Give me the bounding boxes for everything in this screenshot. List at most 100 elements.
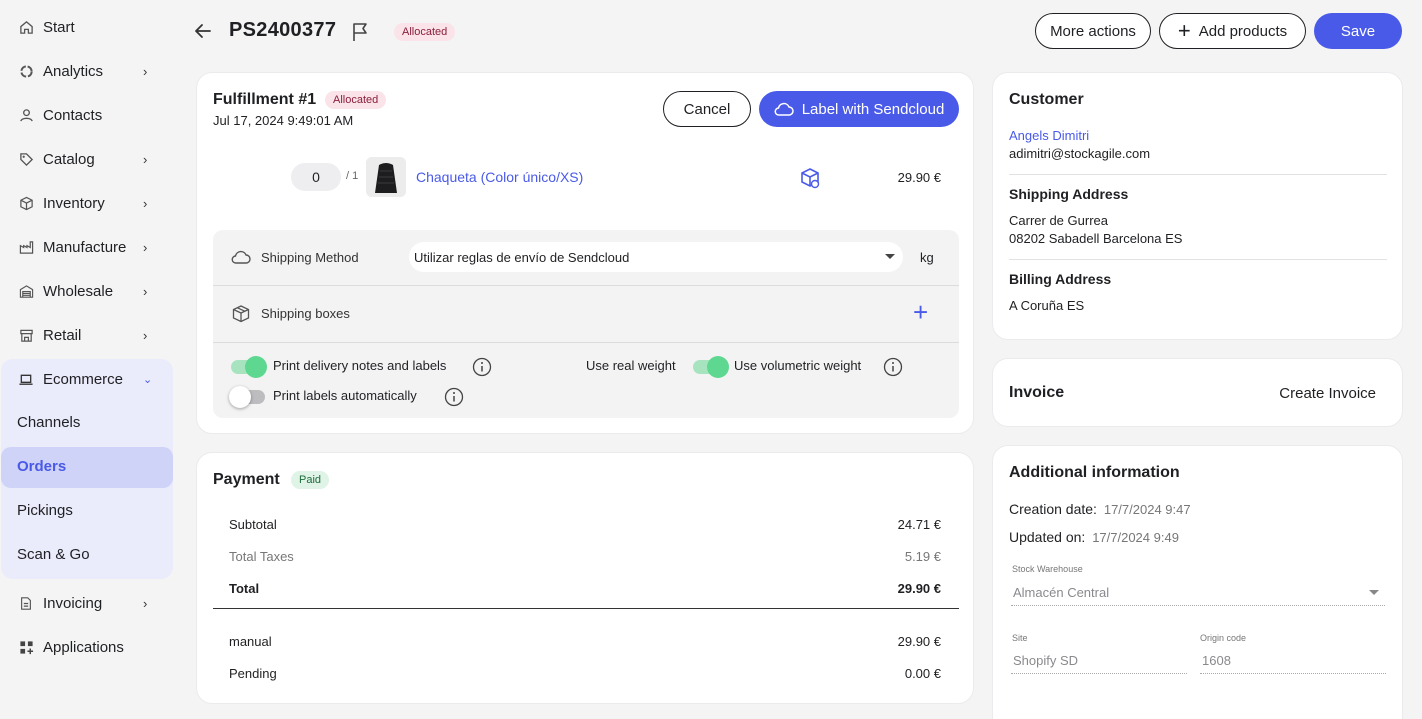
chevron-right-icon: › [143, 151, 148, 167]
additional-info-card: Additional information Creation date: 17… [992, 445, 1403, 719]
warehouse-field-label: Stock Warehouse [1012, 564, 1083, 574]
sidebar-item-label: Ecommerce [43, 370, 124, 388]
divider [1009, 174, 1387, 175]
payment-title: Payment [213, 471, 280, 488]
origin-code-underline [1200, 673, 1386, 674]
sidebar-item-invoicing[interactable]: Invoicing › [0, 583, 173, 623]
invoice-card: Invoice Create Invoice [992, 358, 1403, 427]
fulfillment-status-badge: Allocated [325, 91, 387, 109]
shipping-method-select[interactable]: Utilizar reglas de envío de Sendcloud [409, 242, 903, 272]
chevron-right-icon: › [143, 195, 148, 211]
chevron-right-icon: › [143, 63, 148, 79]
dropdown-arrow-icon[interactable] [1369, 590, 1379, 595]
site-underline [1011, 673, 1187, 674]
quantity-input[interactable]: 0 [291, 163, 341, 191]
info-icon[interactable] [444, 387, 464, 407]
updated-date-value: 17/7/2024 9:49 [1092, 530, 1179, 545]
taxes-value: 5.19 € [904, 549, 941, 564]
payment-method-amount: 29.90 € [897, 634, 941, 649]
taxes-label: Total Taxes [229, 549, 294, 564]
info-icon[interactable] [883, 357, 903, 377]
additional-info-title: Additional information [1009, 464, 1180, 481]
flag-icon[interactable] [352, 22, 370, 47]
warehouse-icon [18, 283, 34, 299]
sidebar-item-retail[interactable]: Retail › [0, 315, 173, 355]
billing-address-line1: A Coruña ES [1009, 298, 1085, 313]
divider [213, 608, 959, 609]
customer-name-link[interactable]: Angels Dimitri [1009, 128, 1089, 143]
origin-code-label: Origin code [1200, 633, 1247, 643]
tag-icon [18, 151, 34, 167]
dropdown-arrow-icon [885, 254, 895, 259]
box-icon [231, 304, 251, 329]
chevron-down-icon: ⌄ [143, 373, 153, 386]
apps-icon [18, 639, 34, 655]
chevron-right-icon: › [143, 327, 148, 343]
shipping-boxes-label: Shipping boxes [261, 306, 350, 321]
sidebar-item-start[interactable]: Start [0, 7, 173, 47]
info-icon[interactable] [472, 357, 492, 377]
weight-mode-toggle[interactable] [693, 356, 729, 378]
sidebar-subitem-pickings[interactable]: Pickings [17, 502, 73, 519]
warehouse-select-value[interactable]: Almacén Central [1013, 585, 1109, 600]
home-icon [18, 19, 34, 35]
sidebar-item-wholesale[interactable]: Wholesale › [0, 271, 173, 311]
sidebar-item-applications[interactable]: Applications [0, 627, 173, 667]
sidebar-item-manufacture[interactable]: Manufacture › [0, 227, 173, 267]
print-auto-label: Print labels automatically [273, 388, 417, 403]
sidebar-item-contacts[interactable]: Contacts [0, 95, 173, 135]
sidebar-item-inventory[interactable]: Inventory › [0, 183, 173, 223]
cloud-icon [230, 249, 252, 270]
user-icon [18, 107, 34, 123]
cancel-button[interactable]: Cancel [663, 91, 751, 127]
laptop-icon [18, 371, 34, 387]
sidebar-subitem-orders[interactable]: Orders [17, 458, 66, 475]
sidebar-item-ecommerce[interactable]: Ecommerce ⌄ [0, 359, 173, 399]
payment-method-label: manual [229, 634, 272, 649]
shipping-panel: Shipping Method Utilizar reglas de envío… [213, 230, 959, 418]
shipping-method-label: Shipping Method [261, 250, 359, 265]
updated-date-row: Updated on: 17/7/2024 9:49 [1009, 529, 1179, 545]
back-arrow-icon[interactable] [193, 21, 213, 41]
creation-date-row: Creation date: 17/7/2024 9:47 [1009, 501, 1191, 517]
sidebar-item-label: Analytics [43, 62, 104, 80]
product-thumbnail [366, 157, 406, 197]
print-auto-toggle[interactable] [229, 386, 265, 408]
page-title: PS2400377 [229, 19, 337, 41]
cube-icon [18, 195, 34, 211]
sidebar-subitem-channels[interactable]: Channels [17, 414, 80, 431]
package-icon[interactable] [799, 167, 821, 194]
sidebar-item-catalog[interactable]: Catalog › [0, 139, 173, 179]
pending-label: Pending [229, 666, 277, 681]
cloud-icon [774, 102, 794, 116]
shipping-address-line2: 08202 Sabadell Barcelona ES [1009, 231, 1183, 246]
site-field-label: Site [1012, 633, 1028, 643]
chevron-right-icon: › [143, 595, 148, 611]
pending-value: 0.00 € [904, 666, 941, 681]
print-delivery-label: Print delivery notes and labels [273, 358, 447, 373]
payment-status-badge: Paid [291, 471, 330, 489]
divider [213, 285, 959, 286]
customer-title: Customer [1009, 91, 1084, 108]
save-button[interactable]: Save [1314, 13, 1402, 49]
more-actions-button[interactable]: More actions [1035, 13, 1151, 49]
add-products-button[interactable]: + Add products [1159, 13, 1306, 49]
sidebar-item-analytics[interactable]: Analytics › [0, 51, 173, 91]
product-link[interactable]: Chaqueta (Color único/XS) [416, 169, 583, 185]
add-box-plus-icon[interactable]: + [913, 299, 928, 325]
creation-date-label: Creation date: [1009, 501, 1097, 517]
plus-icon: + [1177, 18, 1191, 43]
sidebar-subitem-scan-go[interactable]: Scan & Go [17, 546, 90, 563]
shipping-method-value: Utilizar reglas de envío de Sendcloud [414, 249, 630, 265]
subtotal-label: Subtotal [229, 517, 277, 532]
print-delivery-toggle[interactable] [231, 356, 267, 378]
chevron-right-icon: › [143, 283, 148, 299]
product-price: 29.90 € [897, 170, 941, 185]
label-sendcloud-button[interactable]: Label with Sendcloud [759, 91, 959, 127]
fulfillment-date: Jul 17, 2024 9:49:01 AM [213, 113, 354, 128]
create-invoice-button[interactable]: Create Invoice [1279, 385, 1376, 402]
sidebar-item-label: Start [43, 18, 75, 36]
billing-address-title: Billing Address [1009, 271, 1112, 287]
factory-icon [18, 239, 34, 255]
chevron-right-icon: › [143, 239, 148, 255]
